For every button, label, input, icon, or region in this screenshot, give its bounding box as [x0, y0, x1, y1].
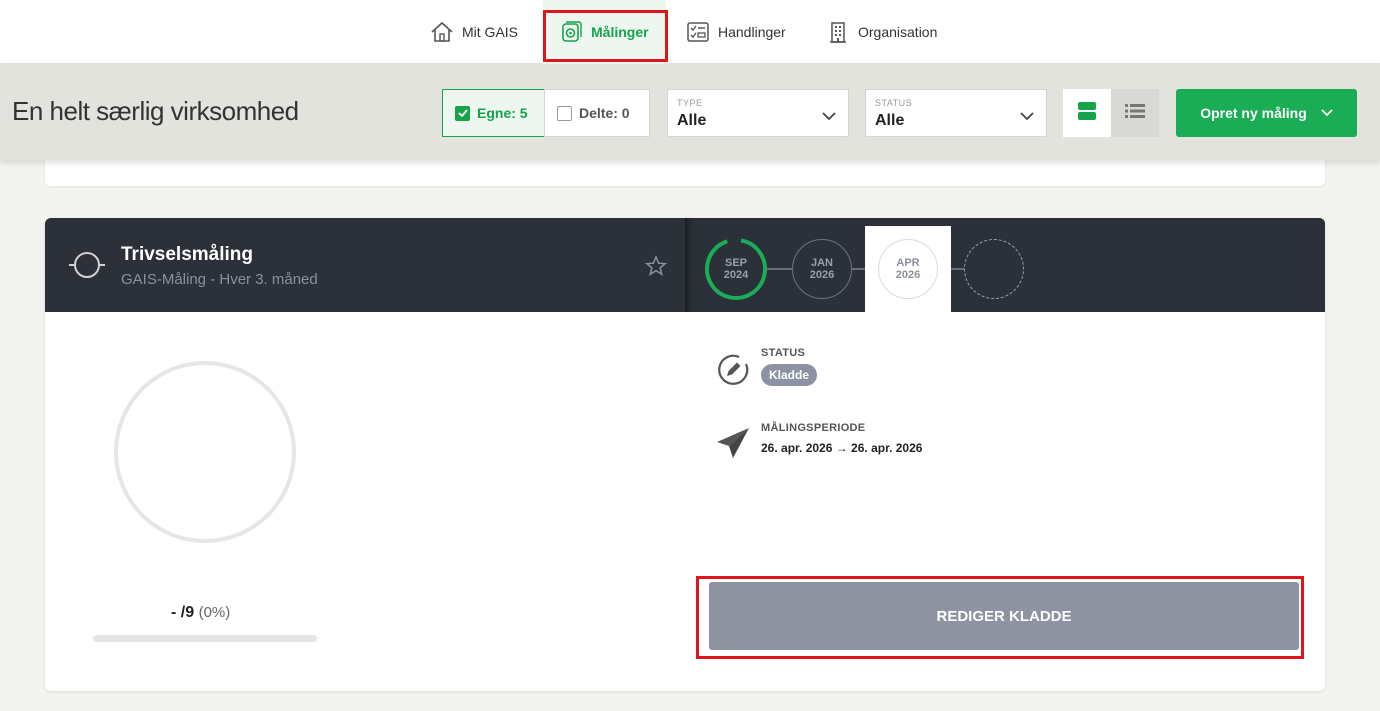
nav-label: Målinger: [591, 24, 649, 40]
target-icon: [69, 251, 105, 284]
company-name: En helt særlig virksomhed: [12, 96, 299, 126]
score-percent: (0%): [198, 604, 231, 621]
chevron-down-icon: [822, 108, 836, 126]
paper-plane-icon: [715, 424, 751, 465]
nav-label: Mit GAIS: [462, 24, 519, 40]
nav-item-mit-gais[interactable]: Mit GAIS: [430, 0, 518, 64]
building-icon: [826, 20, 850, 44]
checkbox-unchecked-icon: [557, 105, 572, 121]
period-sep-2024[interactable]: SEP 2024: [705, 238, 767, 300]
nav-label: Handlinger: [718, 24, 786, 40]
checklist-icon: [686, 20, 710, 44]
measurement-subtitle: GAIS-Måling - Hver 3. måned: [121, 271, 318, 288]
score-value: -: [171, 604, 177, 621]
status-dropdown-label: STATUS: [875, 98, 913, 108]
filter-own-label: Egne: 5: [477, 105, 528, 121]
period-future: [964, 239, 1024, 299]
measurement-card: Trivselsmåling GAIS-Måling - Hver 3. mån…: [45, 218, 1325, 691]
chevron-down-icon: [1020, 108, 1034, 126]
create-measurement-label: Opret ny måling: [1200, 105, 1307, 121]
status-dropdown-value: Alle: [875, 112, 905, 129]
filter-header: En helt særlig virksomhed Egne: 5 Delte:…: [0, 64, 1380, 160]
nav-label: Organisation: [858, 24, 938, 40]
top-navigation: Mit GAIS Målinger Handlinger Organisatio…: [0, 0, 1380, 64]
period-progress-ring: [705, 238, 767, 300]
home-icon: [430, 20, 454, 44]
list-view-button[interactable]: [1111, 89, 1159, 137]
period-value: 26. apr. 2026 → 26. apr. 2026: [761, 441, 923, 455]
nav-item-malinger[interactable]: Målinger: [543, 0, 666, 64]
status-badge: Kladde: [761, 364, 818, 386]
chevron-down-icon: [1321, 109, 1333, 117]
period-month: JAN: [810, 257, 833, 269]
type-dropdown-label: TYPE: [677, 98, 703, 108]
edit-pencil-icon: [715, 352, 751, 393]
list-view-icon: [1125, 103, 1145, 124]
score-ring: [114, 361, 296, 543]
status-dropdown[interactable]: STATUS Alle: [865, 89, 1047, 137]
type-dropdown-value: Alle: [677, 112, 707, 129]
period-apr-2026[interactable]: APR 2026: [878, 239, 938, 299]
score-display: - /9 (0%): [171, 604, 230, 622]
status-label: STATUS: [761, 347, 806, 359]
measurement-title: Trivselsmåling: [121, 244, 254, 265]
create-measurement-button[interactable]: Opret ny måling: [1176, 89, 1357, 137]
filter-own-toggle[interactable]: Egne: 5: [442, 89, 545, 137]
checkbox-checked-icon: [455, 105, 470, 121]
type-dropdown[interactable]: TYPE Alle: [667, 89, 849, 137]
period-label: MÅLINGSPERIODE: [761, 422, 866, 434]
period-month: APR: [896, 257, 920, 269]
period-year: 2026: [895, 269, 921, 281]
star-icon[interactable]: [644, 255, 668, 282]
card-view-icon: [1077, 101, 1097, 126]
filter-shared-toggle[interactable]: Delte: 0: [544, 89, 650, 137]
score-total: /9: [180, 604, 195, 621]
card-view-button[interactable]: [1063, 89, 1111, 137]
nav-item-handlinger[interactable]: Handlinger: [686, 0, 786, 64]
measurement-icon: [559, 20, 583, 44]
edit-draft-button[interactable]: REDIGER KLADDE: [709, 582, 1299, 650]
period-jan-2026[interactable]: JAN 2026: [792, 239, 852, 299]
filter-shared-label: Delte: 0: [579, 105, 630, 121]
nav-item-organisation[interactable]: Organisation: [826, 0, 937, 64]
period-timeline: SEP 2024 JAN 2026 APR 2026: [685, 218, 1325, 312]
score-progress-bar: [93, 635, 317, 642]
period-year: 2026: [809, 269, 835, 281]
